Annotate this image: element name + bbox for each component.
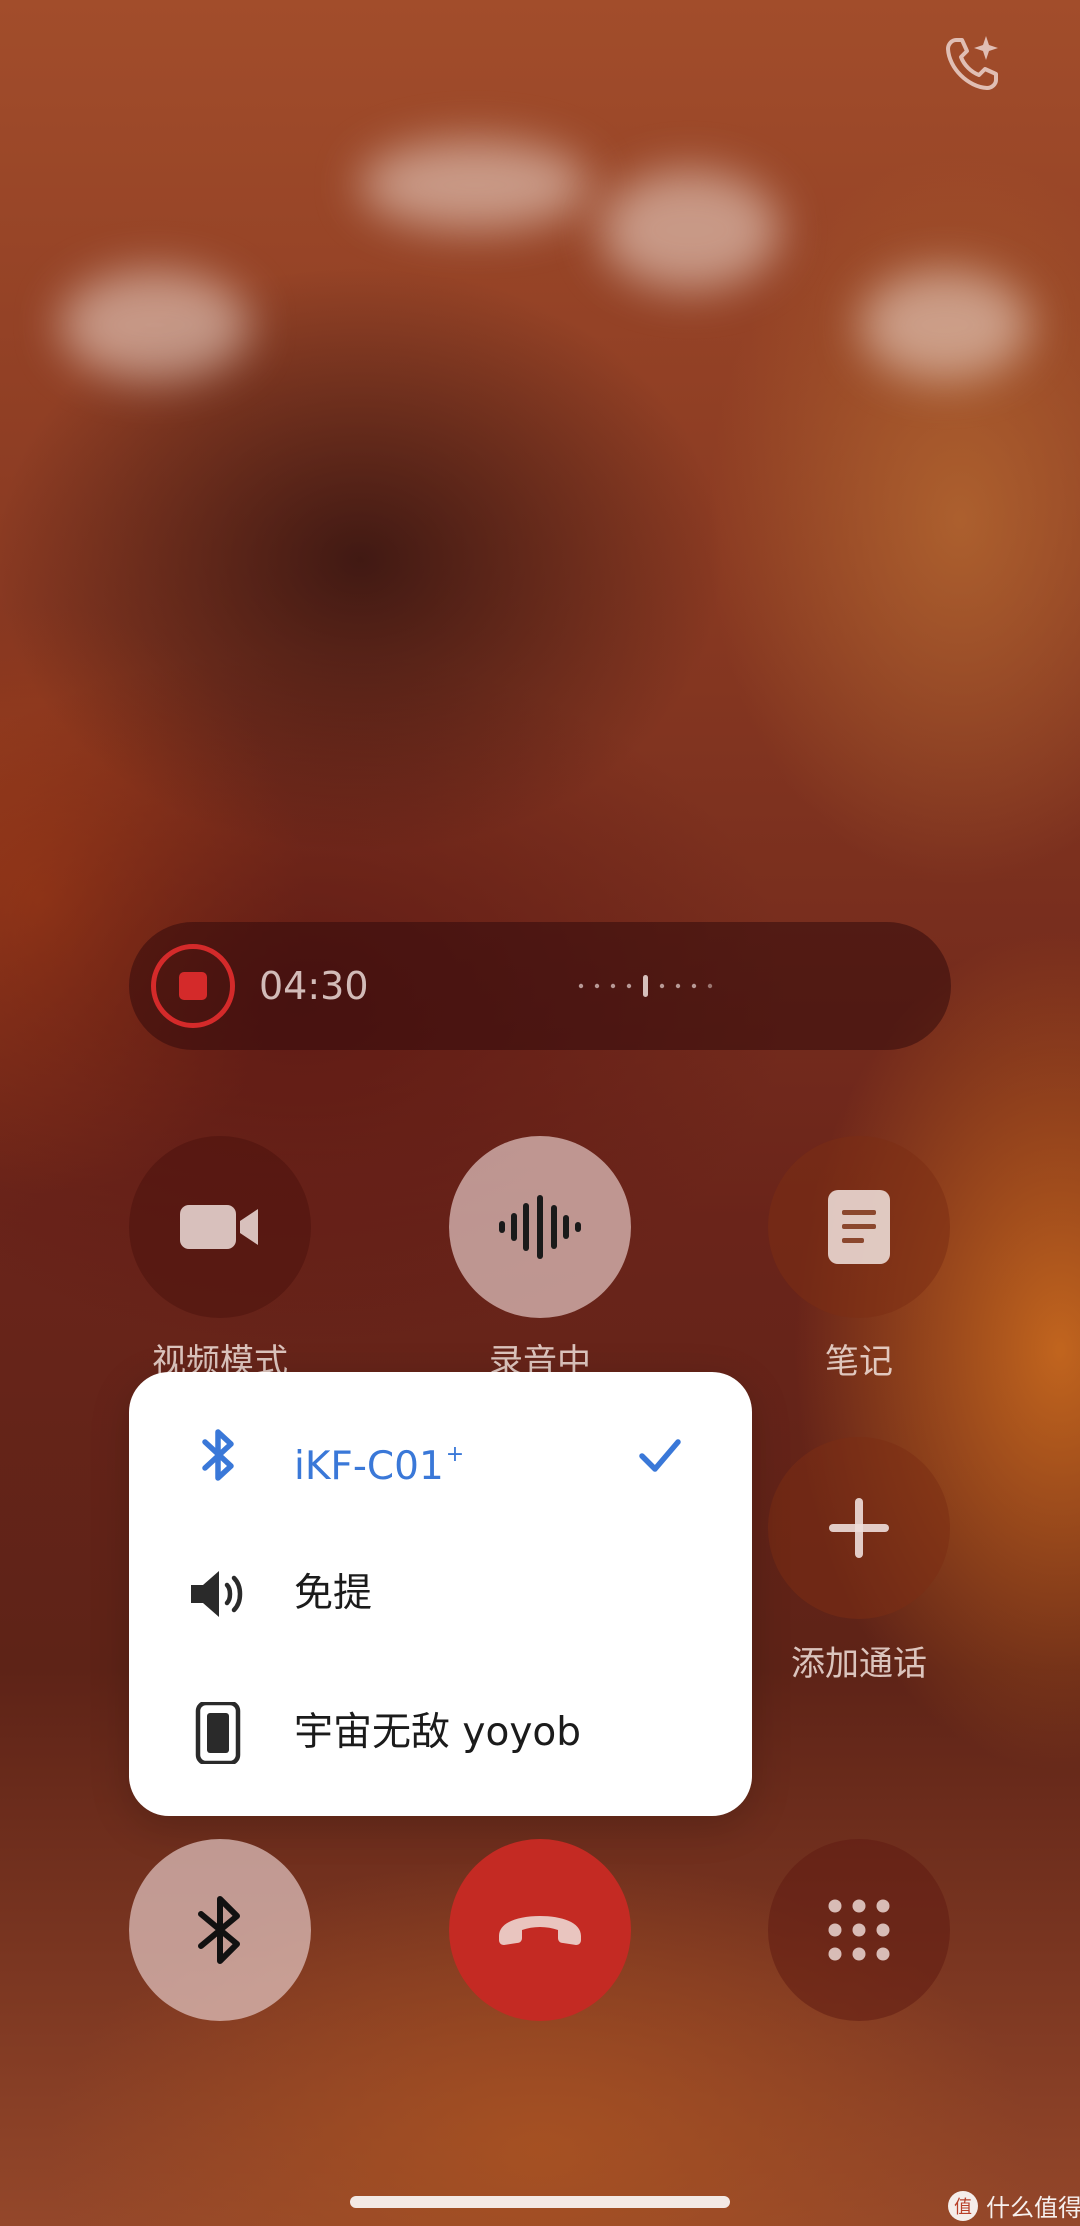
add-call-button[interactable]	[768, 1437, 950, 1619]
hang-up-button[interactable]	[449, 1839, 631, 2021]
cloud-shape	[360, 140, 590, 230]
phone-device-label: 宇宙无敌 yoyob	[294, 1710, 582, 1755]
watermark: 值 什么值得买	[948, 2188, 1080, 2223]
phone-sparkle-icon[interactable]	[940, 32, 1004, 96]
recording-button[interactable]	[449, 1136, 631, 1318]
phone-device-icon	[195, 1702, 241, 1764]
notes-button[interactable]	[768, 1136, 950, 1318]
add-call-label: 添加通话	[791, 1644, 927, 1684]
bluetooth-icon	[198, 1896, 240, 1964]
keypad-icon	[828, 1899, 890, 1961]
notes-icon	[828, 1190, 890, 1264]
recording-timer: 04:30	[259, 964, 369, 1008]
bluetooth-device-name: iKF-C01+	[294, 1442, 465, 1489]
watermark-badge: 值	[948, 2190, 978, 2221]
home-indicator[interactable]	[350, 2196, 730, 2208]
cloud-shape	[60, 270, 250, 380]
stop-recording-button[interactable]	[151, 944, 235, 1028]
waveform-indicator-icon	[578, 975, 713, 997]
speaker-label: 免提	[294, 1571, 373, 1616]
audio-route-button[interactable]	[129, 1839, 311, 2021]
stop-icon	[179, 972, 207, 1000]
audio-output-menu: iKF-C01+ 免提 宇宙无敌 yoyob	[129, 1372, 752, 1816]
cloud-shape	[860, 270, 1030, 380]
notes-label: 笔记	[825, 1342, 893, 1382]
audio-route-bluetooth-item[interactable]: iKF-C01+	[129, 1386, 752, 1524]
audio-route-speaker-item[interactable]: 免提	[129, 1525, 752, 1663]
hang-up-icon	[499, 1916, 581, 1945]
speaker-icon	[191, 1571, 243, 1617]
bluetooth-icon	[202, 1429, 234, 1481]
audio-route-phone-item[interactable]: 宇宙无敌 yoyob	[129, 1664, 752, 1802]
checkmark-icon	[639, 1439, 681, 1472]
audio-waveform-icon	[499, 1195, 581, 1259]
watermark-text: 什么值得买	[986, 2194, 1080, 2222]
video-camera-icon	[180, 1205, 258, 1249]
plus-icon	[829, 1498, 889, 1558]
cloud-shape	[600, 170, 780, 290]
recording-status-bar: 04:30	[129, 922, 951, 1050]
video-mode-button[interactable]	[129, 1136, 311, 1318]
keypad-button[interactable]	[768, 1839, 950, 2021]
